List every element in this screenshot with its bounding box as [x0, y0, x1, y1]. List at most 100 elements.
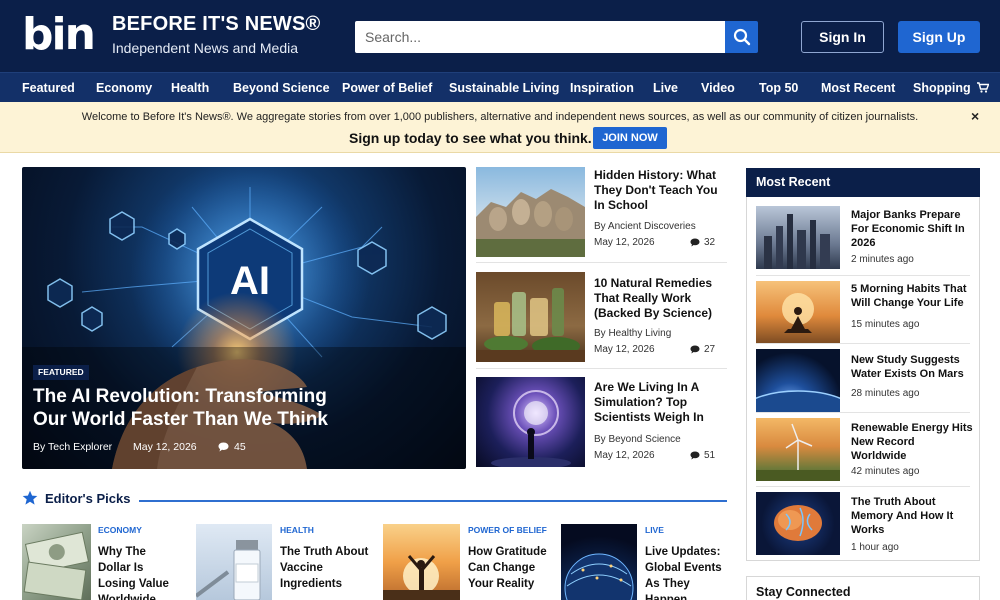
site-header: bin BEFORE IT'S NEWS® Independent News a…	[0, 0, 1000, 72]
nav-item-shopping[interactable]: Shopping	[913, 73, 990, 103]
recent-title[interactable]: The Truth About Memory And How It Works	[851, 495, 973, 537]
gratitude-silhouette-image	[383, 555, 460, 600]
nav-item-video[interactable]: Video	[701, 73, 735, 103]
recent-thumbnail[interactable]	[756, 418, 840, 481]
nav-item-shopping-label: Shopping	[913, 81, 971, 95]
shopping-cart-icon	[977, 82, 990, 93]
recent-title[interactable]: Renewable Energy Hits New Record Worldwi…	[851, 421, 973, 463]
editors-picks-rule	[139, 500, 727, 502]
divider	[756, 343, 970, 344]
story-comments[interactable]: 32	[690, 237, 715, 248]
story-comment-count: 27	[704, 344, 716, 355]
nav-item-most-recent[interactable]: Most Recent	[821, 73, 895, 103]
pick-thumbnail[interactable]	[196, 524, 272, 600]
divider	[476, 368, 727, 369]
recent-time: 28 minutes ago	[851, 388, 920, 399]
nav-item-economy[interactable]: Economy	[96, 73, 152, 103]
search-input[interactable]	[355, 21, 725, 53]
recent-time: 42 minutes ago	[851, 466, 920, 477]
pick-title[interactable]: Why The Dollar Is Losing Value Worldwide	[98, 544, 180, 600]
pick-title[interactable]: How Gratitude Can Change Your Reality	[468, 544, 552, 592]
banner-message: Welcome to Before It's News®. We aggrega…	[81, 111, 919, 123]
nav-item-live[interactable]: Live	[653, 73, 678, 103]
story-author[interactable]: By Healthy Living	[594, 328, 671, 339]
pick-category[interactable]: HEALTH	[280, 525, 314, 535]
comment-icon	[690, 345, 700, 354]
vaccine-vial-image	[196, 540, 261, 600]
nav-item-sustainable-living[interactable]: Sustainable Living	[449, 73, 559, 103]
pick-category[interactable]: LIVE	[645, 525, 664, 535]
nav-item-health[interactable]: Health	[171, 73, 209, 103]
story-date: May 12, 2026	[594, 237, 655, 248]
planet-image	[756, 390, 840, 412]
story-title[interactable]: 10 Natural Remedies That Really Work (Ba…	[594, 276, 724, 321]
recent-title[interactable]: New Study Suggests Water Exists On Mars	[851, 353, 973, 381]
story-date: May 12, 2026	[594, 344, 655, 355]
hero-comment-count: 45	[234, 441, 246, 453]
city-skyline-image	[764, 214, 830, 269]
recent-time: 15 minutes ago	[851, 319, 920, 330]
pick-thumbnail[interactable]	[383, 524, 460, 600]
pick-thumbnail[interactable]	[22, 524, 91, 600]
story-author[interactable]: By Ancient Discoveries	[594, 221, 696, 232]
pick-thumbnail[interactable]	[561, 524, 637, 600]
divider	[476, 262, 727, 263]
story-thumbnail[interactable]	[476, 167, 585, 257]
recent-thumbnail[interactable]	[756, 349, 840, 412]
banner-cta: Sign up today to see what you think.	[349, 130, 592, 146]
hero-author[interactable]: By Tech Explorer	[33, 441, 112, 453]
search-button[interactable]	[725, 21, 758, 53]
story-thumbnail[interactable]	[476, 377, 585, 467]
recent-thumbnail[interactable]	[756, 206, 840, 269]
recent-title[interactable]: Major Banks Prepare For Economic Shift I…	[851, 208, 973, 250]
story-author[interactable]: By Beyond Science	[594, 434, 681, 445]
story-thumbnail[interactable]	[476, 272, 585, 362]
hero-comments[interactable]: 45	[218, 441, 246, 453]
recent-thumbnail[interactable]	[756, 281, 840, 344]
pick-title[interactable]: Live Updates: Global Events As They Happ…	[645, 544, 735, 600]
recent-time: 1 hour ago	[851, 542, 899, 553]
story-comments[interactable]: 51	[690, 450, 715, 461]
nav-item-featured[interactable]: Featured	[22, 73, 75, 103]
story-comments[interactable]: 27	[690, 344, 715, 355]
most-recent-heading[interactable]: Most Recent	[746, 168, 980, 197]
recent-thumbnail[interactable]	[756, 492, 840, 555]
nav-item-top-50[interactable]: Top 50	[759, 73, 798, 103]
globe-network-image	[564, 553, 634, 600]
search-icon	[733, 28, 750, 46]
divider	[756, 412, 970, 413]
comment-icon	[690, 238, 700, 247]
star-icon	[22, 490, 38, 505]
hero-title[interactable]: The AI Revolution: Transforming Our Worl…	[33, 385, 333, 431]
story-title[interactable]: Hidden History: What They Don't Teach Yo…	[594, 168, 724, 213]
story-date: May 12, 2026	[594, 450, 655, 461]
story-title[interactable]: Are We Living In A Simulation? Top Scien…	[594, 380, 724, 425]
pick-title[interactable]: The Truth About Vaccine Ingredients	[280, 544, 380, 592]
pick-category[interactable]: POWER OF BELIEF	[468, 525, 547, 535]
nav-item-inspiration[interactable]: Inspiration	[570, 73, 634, 103]
brand-name[interactable]: BEFORE IT'S NEWS®	[112, 13, 320, 36]
comment-icon	[690, 451, 700, 460]
comment-icon	[218, 442, 229, 452]
hero-tag-featured[interactable]: FEATURED	[33, 365, 89, 380]
nav-item-power-of-belief[interactable]: Power of Belief	[342, 73, 432, 103]
welcome-banner: Welcome to Before It's News®. We aggrega…	[0, 102, 1000, 153]
recent-time: 2 minutes ago	[851, 254, 914, 265]
recent-title[interactable]: 5 Morning Habits That Will Change Your L…	[851, 282, 973, 310]
hero-date: May 12, 2026	[133, 441, 197, 453]
site-logo[interactable]: bin	[22, 12, 96, 58]
sign-up-button[interactable]: Sign Up	[898, 21, 980, 53]
join-now-button[interactable]: JOIN NOW	[593, 127, 667, 149]
cosmic-portal-image	[491, 390, 571, 467]
dollar-bill-image	[23, 531, 90, 600]
divider	[756, 486, 970, 487]
pick-category[interactable]: ECONOMY	[98, 525, 142, 535]
nav-item-beyond-science[interactable]: Beyond Science	[233, 73, 330, 103]
story-comment-count: 51	[704, 450, 716, 461]
mountain-carving-image	[476, 189, 585, 257]
sign-in-button[interactable]: Sign In	[801, 21, 884, 53]
close-icon[interactable]: ×	[971, 108, 979, 124]
brain-image	[774, 505, 822, 541]
story-comment-count: 32	[704, 237, 716, 248]
herbal-bottles-image	[476, 288, 585, 362]
